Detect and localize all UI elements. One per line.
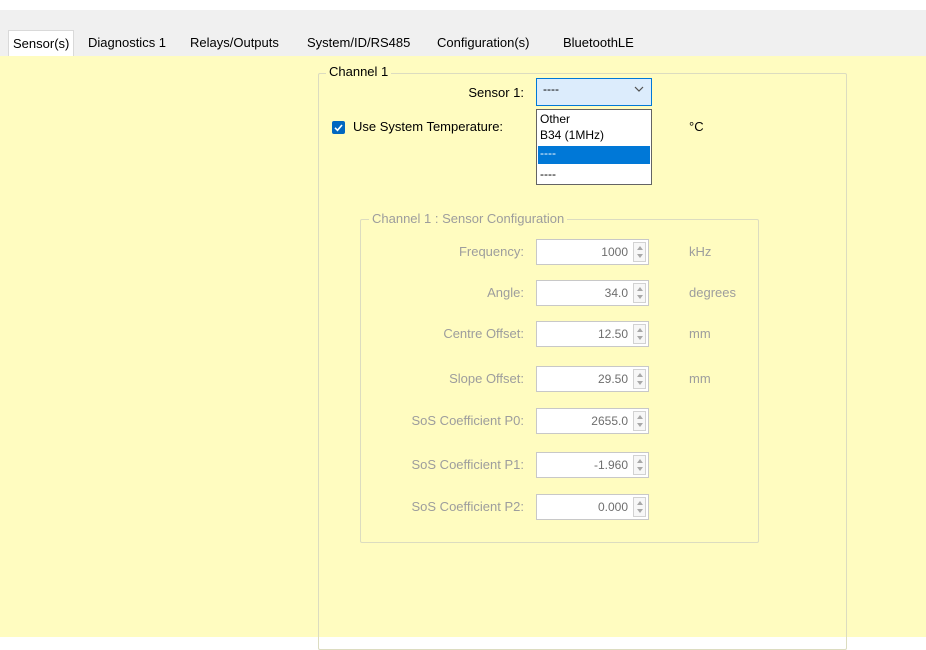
sos-coefficient-p2-spinbox[interactable]: 0.000 [536,494,649,520]
spin-up-icon[interactable] [637,246,643,250]
spin-up-icon[interactable] [637,373,643,377]
spin-down-icon[interactable] [637,509,643,513]
tab-relays-outputs[interactable]: Relays/Outputs [190,32,279,54]
frequency-value: 1000 [601,245,628,259]
slope-offset-unit: mm [689,371,711,386]
frequency-spinbox[interactable]: 1000 [536,239,649,265]
temperature-unit: °C [689,119,704,134]
spin-down-icon[interactable] [637,336,643,340]
spin-down-icon[interactable] [637,423,643,427]
sos-coefficient-p0-spinbox[interactable]: 2655.0 [536,408,649,434]
sensor-configuration-legend: Channel 1 : Sensor Configuration [369,211,568,226]
use-system-temperature-checkbox[interactable] [332,121,345,134]
slope-offset-value: 29.50 [597,372,628,386]
tab-configurations[interactable]: Configuration(s) [437,32,530,54]
tab-diagnostics-1[interactable]: Diagnostics 1 [88,32,166,54]
tab-system-id-rs485[interactable]: System/ID/RS485 [307,32,410,54]
dropdown-option[interactable]: B34 (1MHz) [538,128,650,142]
spin-buttons[interactable] [633,497,646,517]
sos-coefficient-p1-value: -1.960 [593,458,628,472]
sos-coefficient-p1-label: SoS Coefficient P1: [411,457,525,472]
spin-down-icon[interactable] [637,295,643,299]
spin-up-icon[interactable] [637,501,643,505]
slope-offset-spinbox[interactable]: 29.50 [536,366,649,392]
slope-offset-label: Slope Offset: [449,371,524,386]
spin-up-icon[interactable] [637,459,643,463]
spin-buttons[interactable] [633,369,646,389]
sensors-tab-panel: Channel 1 Sensor 1: ---- Use System Temp… [0,56,926,650]
angle-value: 34.0 [604,286,628,300]
spin-down-icon[interactable] [637,254,643,258]
use-system-temperature-label: Use System Temperature: [353,119,504,134]
spin-down-icon[interactable] [637,467,643,471]
sos-coefficient-p2-label: SoS Coefficient P2: [411,499,525,514]
sensor-1-combobox[interactable]: ---- [536,78,652,106]
checkmark-icon [334,124,343,132]
chevron-down-icon [634,86,644,92]
tab-bar: Sensor(s) Diagnostics 1 Relays/Outputs S… [0,10,926,57]
sensor-1-label: Sensor 1: [468,85,524,100]
dropdown-option-selected[interactable]: ---- [538,146,650,164]
spin-buttons[interactable] [633,242,646,262]
sensor-1-dropdown-list[interactable]: Other B34 (1MHz) ---- ---- [536,109,652,185]
frequency-label: Frequency: [458,244,524,259]
tab-bluetoothle[interactable]: BluetoothLE [563,32,634,54]
spin-up-icon[interactable] [637,415,643,419]
dropdown-option[interactable]: ---- [538,167,650,181]
sensor-1-selected-value: ---- [543,82,559,96]
spin-buttons[interactable] [633,324,646,344]
centre-offset-value: 12.50 [597,327,628,341]
sos-coefficient-p1-spinbox[interactable]: -1.960 [536,452,649,478]
channel-1-legend: Channel 1 [326,64,392,79]
spin-up-icon[interactable] [637,287,643,291]
spin-buttons[interactable] [633,411,646,431]
centre-offset-spinbox[interactable]: 12.50 [536,321,649,347]
tab-sensors[interactable]: Sensor(s) [8,30,75,56]
angle-label: Angle: [487,285,524,300]
spin-buttons[interactable] [633,455,646,475]
centre-offset-label: Centre Offset: [443,326,524,341]
spin-down-icon[interactable] [637,381,643,385]
sos-coefficient-p0-label: SoS Coefficient P0: [411,413,525,428]
window-top-edge [0,0,926,10]
spin-up-icon[interactable] [637,328,643,332]
angle-unit: degrees [689,285,736,300]
sos-coefficient-p0-value: 2655.0 [591,414,628,428]
centre-offset-unit: mm [689,326,711,341]
sos-coefficient-p2-value: 0.000 [597,500,628,514]
dropdown-option[interactable]: Other [538,112,650,126]
frequency-unit: kHz [689,244,712,259]
angle-spinbox[interactable]: 34.0 [536,280,649,306]
spin-buttons[interactable] [633,283,646,303]
